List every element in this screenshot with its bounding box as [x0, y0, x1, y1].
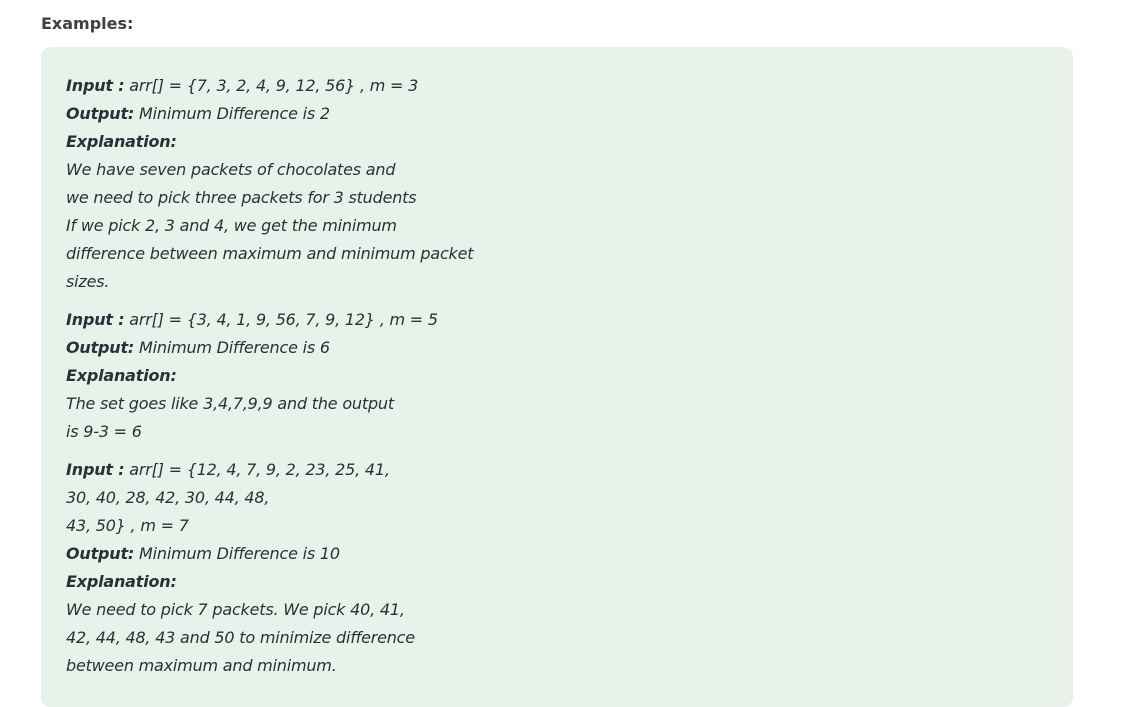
output-value: Minimum Difference is 2	[134, 104, 330, 123]
input-continuation-line: 43, 50} , m = 7	[66, 516, 189, 535]
explanation-line: We have seven packets of chocolates and	[66, 160, 396, 179]
explanation-line: we need to pick three packets for 3 stud…	[66, 188, 417, 207]
output-line: Output: Minimum Difference is 6	[66, 334, 626, 362]
explanation-line: If we pick 2, 3 and 4, we get the minimu…	[66, 216, 397, 235]
input-label: Input :	[66, 76, 125, 95]
examples-heading: Examples:	[41, 14, 134, 33]
explanation-line: between maximum and minimum.	[66, 656, 337, 675]
explanation-label: Explanation:	[66, 132, 177, 151]
explanation-label: Explanation:	[66, 366, 177, 385]
input-value: arr[] = {12, 4, 7, 9, 2, 23, 25, 41,	[124, 460, 390, 479]
input-line: Input : arr[] = {3, 4, 1, 9, 56, 7, 9, 1…	[66, 306, 626, 334]
example-3: Input : arr[] = {12, 4, 7, 9, 2, 23, 25,…	[66, 456, 626, 680]
explanation-label: Explanation:	[66, 572, 177, 591]
input-line: Input : arr[] = {12, 4, 7, 9, 2, 23, 25,…	[66, 456, 626, 484]
explanation-line: The set goes like 3,4,7,9,9 and the outp…	[66, 394, 394, 413]
explanation-line: difference between maximum and minimum p…	[66, 244, 474, 263]
example-2: Input : arr[] = {3, 4, 1, 9, 56, 7, 9, 1…	[66, 306, 626, 446]
output-value: Minimum Difference is 10	[134, 544, 340, 563]
output-line: Output: Minimum Difference is 2	[66, 100, 626, 128]
input-label: Input :	[66, 460, 125, 479]
explanation-line: sizes.	[66, 272, 110, 291]
explanation-line: We need to pick 7 packets. We pick 40, 4…	[66, 600, 405, 619]
examples-content: Input : arr[] = {7, 3, 2, 4, 9, 12, 56} …	[66, 72, 626, 690]
input-label: Input :	[66, 310, 125, 329]
output-line: Output: Minimum Difference is 10	[66, 540, 626, 568]
example-1: Input : arr[] = {7, 3, 2, 4, 9, 12, 56} …	[66, 72, 626, 296]
input-value: arr[] = {7, 3, 2, 4, 9, 12, 56} , m = 3	[124, 76, 419, 95]
output-label: Output:	[66, 544, 135, 563]
explanation-line: 42, 44, 48, 43 and 50 to minimize differ…	[66, 628, 415, 647]
input-value: arr[] = {3, 4, 1, 9, 56, 7, 9, 12} , m =…	[124, 310, 438, 329]
output-value: Minimum Difference is 6	[134, 338, 330, 357]
input-line: Input : arr[] = {7, 3, 2, 4, 9, 12, 56} …	[66, 72, 626, 100]
input-continuation-line: 30, 40, 28, 42, 30, 44, 48,	[66, 488, 270, 507]
explanation-line: is 9-3 = 6	[66, 422, 142, 441]
output-label: Output:	[66, 104, 135, 123]
output-label: Output:	[66, 338, 135, 357]
